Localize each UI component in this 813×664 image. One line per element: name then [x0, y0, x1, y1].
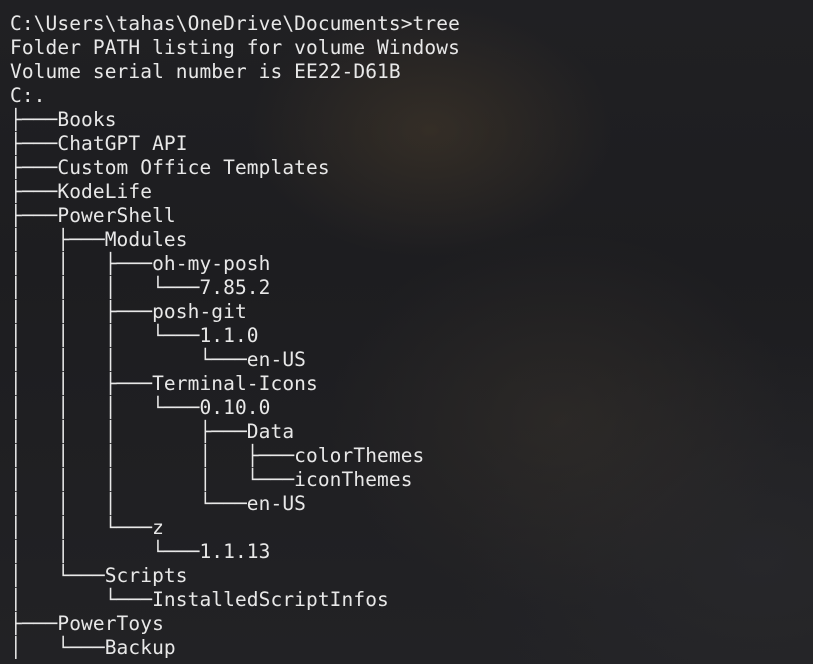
tree-root-line: C:. [10, 84, 46, 107]
command-prompt-line: C:\Users\tahas\OneDrive\Documents>tree [10, 12, 460, 35]
tree-line-modules: │ ├───Modules [10, 228, 188, 251]
tree-line-terminal-icons: │ │ ├───Terminal-Icons [10, 372, 318, 395]
tree-line-books: ├───Books [10, 108, 117, 131]
tree-line-posh-git-en-us: │ │ │ └───en-US [10, 348, 306, 371]
tree-line-oh-my-posh: │ │ ├───oh-my-posh [10, 252, 271, 275]
tree-line-powershell: ├───PowerShell [10, 204, 176, 227]
tree-line-terminal-icons-version: │ │ │ └───0.10.0 [10, 396, 271, 419]
tree-line-installed-script-infos: │ └───InstalledScriptInfos [10, 588, 389, 611]
terminal-window[interactable]: C:\Users\tahas\OneDrive\Documents>tree F… [0, 0, 813, 664]
tree-line-oh-my-posh-version: │ │ │ └───7.85.2 [10, 276, 271, 299]
terminal-output: C:\Users\tahas\OneDrive\Documents>tree F… [10, 12, 460, 660]
tree-line-z: │ │ └───z [10, 516, 164, 539]
tree-line-kodelife: ├───KodeLife [10, 180, 153, 203]
tree-line-scripts: │ └───Scripts [10, 564, 188, 587]
tree-line-backup: │ └───Backup [10, 636, 176, 659]
tree-line-chatgpt-api: ├───ChatGPT API [10, 132, 188, 155]
tree-line-posh-git: │ │ ├───posh-git [10, 300, 247, 323]
tree-line-powertoys: ├───PowerToys [10, 612, 164, 635]
tree-line-posh-git-version: │ │ │ └───1.1.0 [10, 324, 259, 347]
tree-line-data: │ │ │ ├───Data [10, 420, 295, 443]
folder-path-listing-line: Folder PATH listing for volume Windows [10, 36, 460, 59]
volume-serial-line: Volume serial number is EE22-D61B [10, 60, 401, 83]
tree-line-custom-office-templates: ├───Custom Office Templates [10, 156, 330, 179]
tree-line-icon-themes: │ │ │ │ └───iconThemes [10, 468, 413, 491]
tree-line-z-version: │ │ └───1.1.13 [10, 540, 271, 563]
tree-line-color-themes: │ │ │ │ ├───colorThemes [10, 444, 425, 467]
tree-line-terminal-icons-en-us: │ │ │ └───en-US [10, 492, 306, 515]
